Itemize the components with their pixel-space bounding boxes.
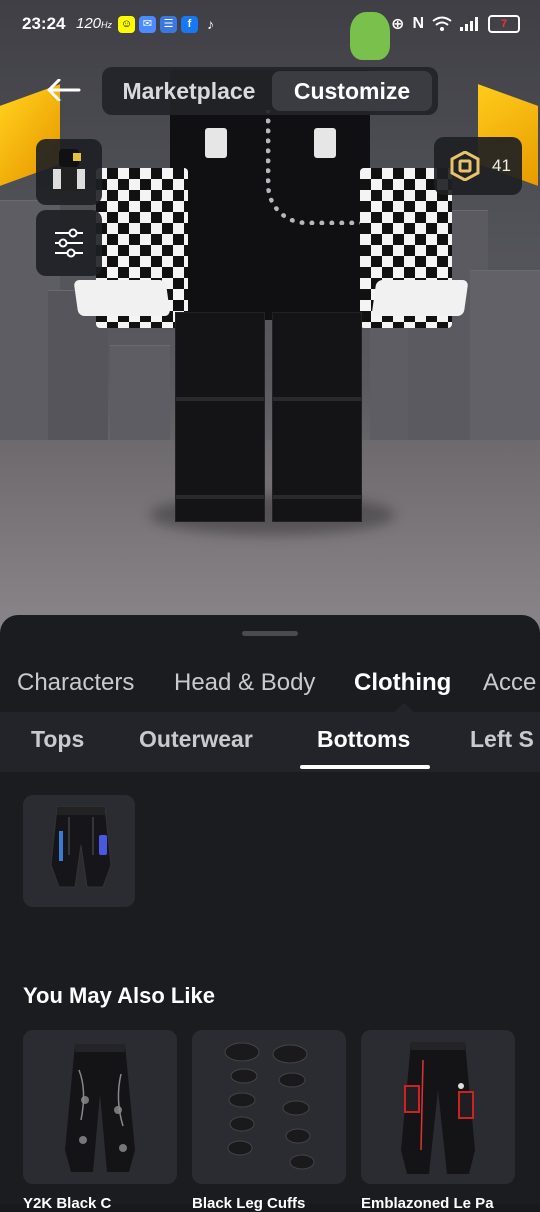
recommended-item-tile[interactable] xyxy=(192,1030,346,1184)
left-cuff xyxy=(73,280,171,316)
customize-panel: Characters Head & Body Clothing Acce Top… xyxy=(0,615,540,1212)
battery-icon: 7 xyxy=(488,15,520,33)
refresh-rate: 120Hz xyxy=(76,15,113,32)
nfc-icon: N xyxy=(412,15,424,32)
back-arrow-icon xyxy=(47,79,81,101)
subcategory-tabs: Tops Outerwear Bottoms Left S xyxy=(0,712,540,772)
recommendations-title: You May Also Like xyxy=(23,983,215,1008)
snapchat-icon: ☺ xyxy=(118,16,135,33)
background-building xyxy=(110,345,170,441)
owned-item-tile[interactable] xyxy=(23,795,135,907)
tiktok-icon: ♪ xyxy=(207,16,214,32)
avatar-thumbnail-button[interactable] xyxy=(36,139,102,205)
status-bar: 23:24 120Hz ☺ ✉ ☰ f ♪ ⊕ N 7 xyxy=(0,0,540,50)
leg-cuffs-icon xyxy=(224,1042,315,1170)
avatar-thumbnail-icon xyxy=(53,149,85,191)
active-category-caret xyxy=(394,703,414,712)
tab-accessories[interactable]: Acce xyxy=(483,669,536,697)
active-tab-underline xyxy=(300,765,430,769)
tab-bottoms[interactable]: Bottoms xyxy=(317,726,410,753)
refresh-rate-value: 120 xyxy=(76,15,102,32)
tab-marketplace[interactable]: Marketplace xyxy=(108,71,270,111)
messenger-icon: ✉ xyxy=(139,16,156,33)
facebook-icon: f xyxy=(181,16,198,33)
black-cargo-pants-icon xyxy=(65,1044,135,1172)
tab-customize[interactable]: Customize xyxy=(272,71,432,111)
category-tabs: Characters Head & Body Clothing Acce xyxy=(0,657,540,711)
add-icon: ⊕ xyxy=(391,16,405,33)
buckle xyxy=(205,128,227,158)
right-cuff xyxy=(371,280,469,316)
drag-handle[interactable] xyxy=(242,631,298,636)
system-icons: ⊕ N 7 xyxy=(391,14,520,34)
tab-clothing[interactable]: Clothing xyxy=(354,669,451,697)
chain-accessory xyxy=(266,110,363,225)
tab-tops[interactable]: Tops xyxy=(31,726,84,753)
recommended-item-tile[interactable] xyxy=(23,1030,177,1184)
robux-icon xyxy=(450,151,480,181)
tab-left-shoe[interactable]: Left S xyxy=(470,726,534,753)
black-pants-icon xyxy=(50,806,112,888)
notification-icons: ☺ ✉ ☰ f ♪ xyxy=(118,16,219,33)
tab-characters[interactable]: Characters xyxy=(17,669,134,697)
signal-icon xyxy=(460,17,478,31)
red-detail-pants-icon xyxy=(401,1042,475,1174)
wifi-icon xyxy=(432,16,452,31)
mode-switch: Marketplace Customize xyxy=(102,67,438,115)
robux-amount: 41 xyxy=(492,156,511,175)
scene-floor xyxy=(0,440,540,640)
filter-button[interactable] xyxy=(36,210,102,276)
battery-level: 7 xyxy=(500,18,508,30)
avatar-left-leg xyxy=(175,312,265,522)
avatar-right-leg xyxy=(272,312,362,522)
tab-head-body[interactable]: Head & Body xyxy=(174,669,315,697)
robux-balance[interactable]: 41 xyxy=(434,137,522,195)
sliders-icon xyxy=(55,228,83,258)
tab-outerwear[interactable]: Outerwear xyxy=(139,726,253,753)
back-button[interactable] xyxy=(36,66,92,114)
recommended-item-tile[interactable] xyxy=(361,1030,515,1184)
chat-icon: ☰ xyxy=(160,16,177,33)
background-building xyxy=(470,270,540,441)
status-time: 23:24 xyxy=(22,14,66,33)
